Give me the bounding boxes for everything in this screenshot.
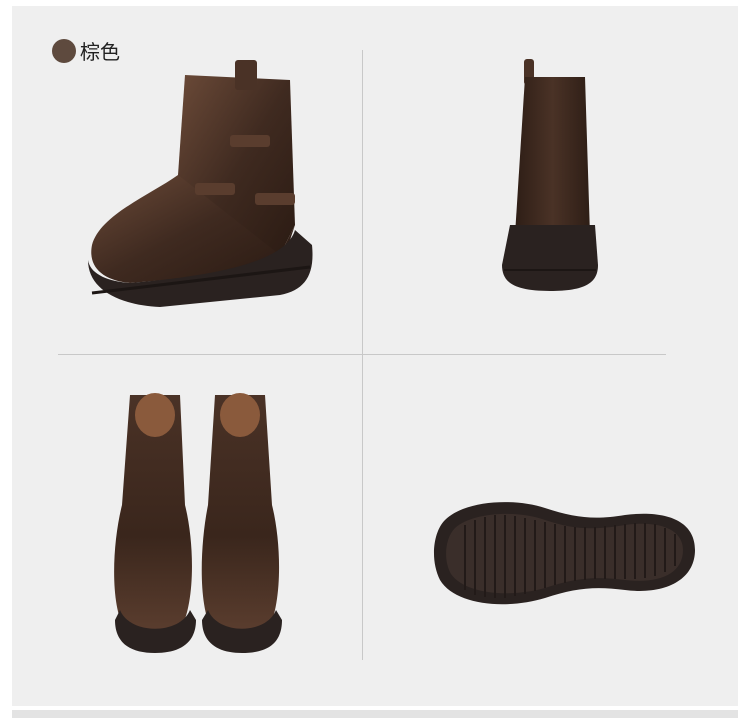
vertical-divider bbox=[362, 50, 363, 660]
bottom-strip bbox=[12, 710, 738, 718]
boot-back-view-photo bbox=[502, 59, 598, 291]
color-swatch bbox=[52, 38, 76, 63]
horizontal-divider bbox=[58, 354, 666, 355]
boots-front-pair-photo bbox=[114, 393, 282, 653]
boot-sole-photo bbox=[433, 502, 695, 605]
boot-side-view-photo bbox=[88, 60, 313, 307]
